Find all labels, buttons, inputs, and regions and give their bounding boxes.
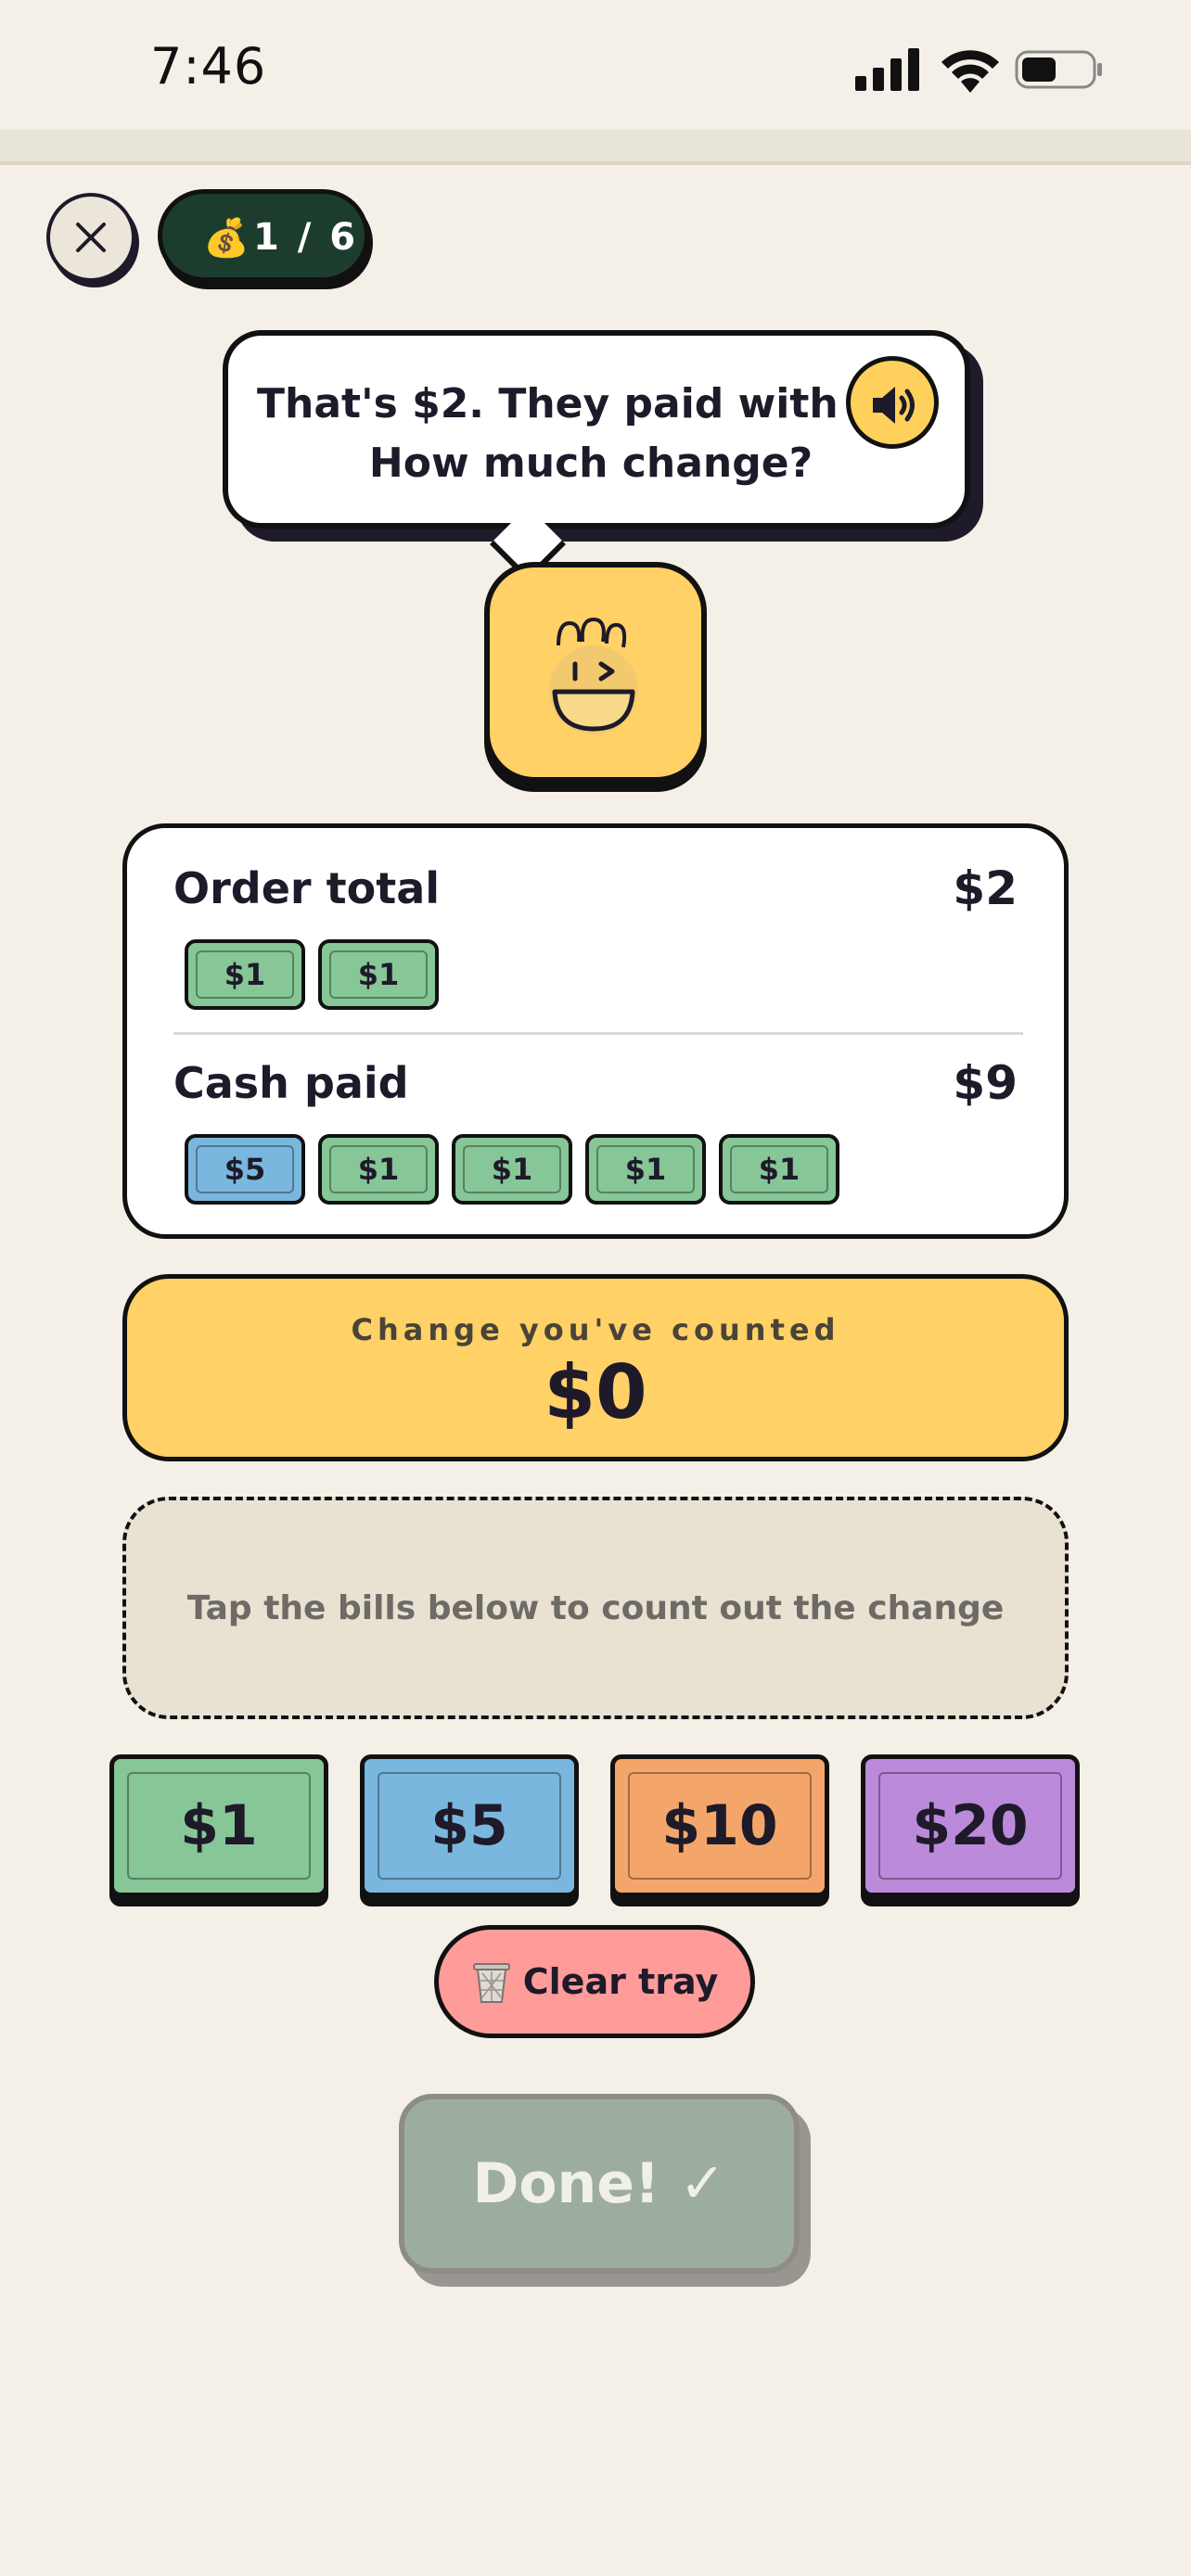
- change-counter-value: $0: [544, 1349, 647, 1435]
- trash-can-icon: [472, 1963, 510, 2003]
- status-time: 7:46: [150, 37, 267, 96]
- bill-10-button[interactable]: $10: [610, 1754, 829, 1897]
- progress-count: 1 / 6: [253, 216, 359, 259]
- divider: [173, 1032, 1023, 1035]
- cash-paid-label: Cash paid: [173, 1058, 409, 1108]
- mini-bill-1: $1: [585, 1134, 706, 1205]
- change-counter: Change you've counted $0: [122, 1274, 1069, 1461]
- winking-face-icon: [549, 617, 638, 734]
- order-total-label: Order total: [173, 863, 441, 913]
- top-band: [0, 130, 1191, 165]
- clear-tray-button[interactable]: Clear tray: [434, 1925, 755, 2038]
- question-line-2: How much change?: [368, 440, 813, 487]
- status-bar: 7:46: [0, 0, 1191, 130]
- wifi-icon: [941, 50, 999, 93]
- mini-bill-5: $5: [185, 1134, 305, 1205]
- cash-paid-amount: $9: [953, 1056, 1018, 1110]
- bill-1-button[interactable]: $1: [109, 1754, 328, 1897]
- battery-icon: [1015, 50, 1102, 89]
- done-label: Done! ✓: [472, 2151, 726, 2216]
- order-total-amount: $2: [953, 861, 1018, 915]
- cellular-signal-icon: [855, 48, 919, 91]
- bill-20-button[interactable]: $20: [861, 1754, 1080, 1897]
- progress-pill: 💰 1 / 6: [158, 189, 369, 282]
- tray-hint: Tap the bills below to count out the cha…: [186, 1589, 1005, 1627]
- mini-bill-1: $1: [719, 1134, 839, 1205]
- done-button[interactable]: Done! ✓: [399, 2094, 800, 2274]
- order-total-bills: $1 $1: [185, 939, 439, 1010]
- close-button[interactable]: [46, 193, 135, 282]
- order-summary-card: Order total $2 $1 $1 Cash paid $9 $5 $1 …: [122, 823, 1069, 1239]
- mini-bill-1: $1: [452, 1134, 572, 1205]
- money-bag-icon: 💰: [203, 217, 250, 260]
- change-counter-label: Change you've counted: [351, 1312, 840, 1347]
- close-icon: [76, 223, 106, 252]
- mini-bill-1: $1: [318, 939, 439, 1010]
- speaker-icon: [873, 387, 915, 424]
- speaker-button[interactable]: [846, 356, 939, 449]
- bill-5-button[interactable]: $5: [360, 1754, 579, 1897]
- mini-bill-1: $1: [318, 1134, 439, 1205]
- question-text: That's $2. They paid with $9. How much c…: [252, 375, 929, 493]
- question-line-1: That's $2. They paid with $9.: [257, 380, 925, 427]
- cash-paid-bills: $5 $1 $1 $1 $1: [185, 1134, 839, 1205]
- change-tray[interactable]: Tap the bills below to count out the cha…: [122, 1497, 1069, 1719]
- clear-tray-label: Clear tray: [522, 1961, 719, 2002]
- customer-avatar: [484, 562, 707, 783]
- mini-bill-1: $1: [185, 939, 305, 1010]
